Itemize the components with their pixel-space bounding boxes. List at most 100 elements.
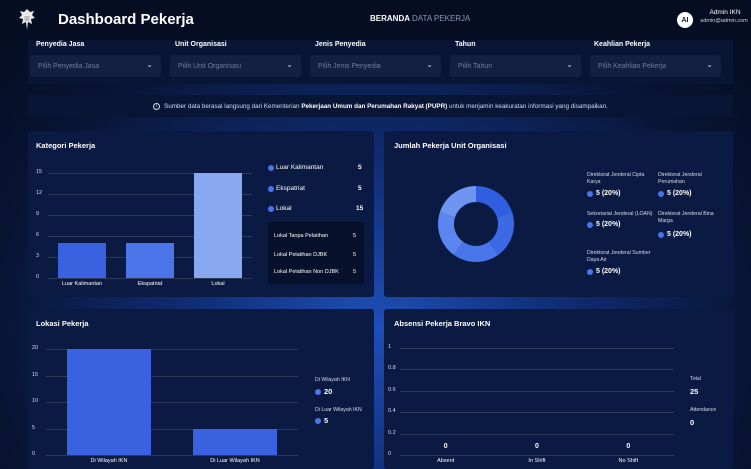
absensi-chart: 0 0.2 0.4 0.6 0.8 1 Absent 0 In Shift 0 No Shift 0 (388, 340, 678, 469)
y-tick-label: 15 (36, 169, 43, 175)
chevron-down-icon: ⌄ (566, 60, 573, 69)
unit-value-text: 5 (20%) (667, 190, 692, 197)
banner-bold: Pekerjaan Umum dan Perumahan Rakyat (PUP… (301, 102, 448, 110)
donut-slice (439, 186, 476, 218)
app-title: Dashboard Pekerja (58, 11, 194, 28)
unit-value: 5 (20%) (658, 190, 692, 197)
sub-label: Lokal Pelatihan Non DJBK (274, 269, 339, 275)
legend-dot (268, 206, 274, 212)
lokasi-legend-label: Di Luar Wilayah IKN (315, 407, 362, 413)
unit-donut-chart (438, 186, 514, 262)
y-tick-label: 0.2 (388, 429, 396, 436)
unit-value: 5 (20%) (587, 268, 621, 275)
info-icon: i (153, 102, 161, 110)
x-tick-label: Ekspatriat (137, 281, 163, 287)
tahun-select[interactable]: Pilih Tahun ⌄ (450, 55, 581, 77)
y-tick-label: 5 (32, 424, 36, 431)
avatar[interactable]: AI (677, 12, 693, 28)
y-tick-label: 0.8 (388, 365, 396, 372)
penyedia-jasa-select[interactable]: Pilih Penyedia Jasa ⌄ (30, 55, 161, 77)
select-placeholder: Pilih Tahun (458, 62, 493, 70)
absensi-side-value: 0 (690, 418, 695, 427)
filter-label-tahun: Tahun (455, 41, 476, 48)
unit-value-text: 5 (20%) (596, 190, 621, 197)
gridline (400, 412, 674, 414)
legend-dot (268, 186, 274, 192)
unit-value: 5 (20%) (658, 231, 692, 238)
x-tick-label: Di Wilayah IKN (90, 458, 128, 464)
nav-beranda[interactable]: BERANDA (370, 14, 410, 23)
banner-suffix: untuk menjamin keakuratan informasi yang… (449, 102, 608, 110)
lokasi-title: Lokasi Pekerja (36, 319, 89, 328)
legend-dot (587, 268, 593, 275)
lokasi-legend-label: Di Wilayah IKN (315, 377, 350, 383)
select-placeholder: Pilih Penyedia Jasa (38, 62, 100, 70)
filter-label-keahlian-pekerja: Keahlian Pekerja (594, 41, 651, 48)
info-banner: i Sumber data berasal langsung dari Keme… (28, 95, 733, 117)
absensi-title: Absensi Pekerja Bravo IKN (394, 319, 491, 328)
chevron-down-icon: ⌄ (146, 60, 153, 69)
filter-label-penyedia-jasa: Penyedia Jasa (36, 41, 85, 48)
y-tick-label: 15 (32, 371, 39, 378)
y-tick-label: 0 (36, 274, 40, 280)
legend-dot (658, 190, 664, 197)
x-tick-label: Luar Kalimantan (61, 281, 103, 287)
legend-dot (315, 388, 321, 395)
y-tick-label: 10 (32, 398, 39, 404)
unit-label: Direktorat Jenderal Sumber Daya Air (587, 250, 651, 263)
unit-value-text: 5 (20%) (596, 268, 621, 275)
garuda-logo-icon (19, 9, 35, 30)
legend-dot (587, 221, 593, 228)
lokasi-value-text: 20 (324, 387, 333, 396)
chevron-down-icon: ⌄ (286, 60, 293, 69)
gridline (46, 455, 298, 456)
y-tick-label: 9 (36, 211, 40, 217)
user-email: admin@admin.com (700, 18, 748, 24)
lokasi-chart: 0 5 10 15 20 Di Wilayah IKN Di Luar Wilayah IK… (32, 343, 302, 469)
absensi-side-value: 25 (690, 387, 699, 396)
absensi-side-label: Total (690, 376, 701, 382)
legend-label: Luar Kalimantan (276, 164, 324, 171)
y-tick-label: 12 (36, 190, 43, 196)
filter-label-jenis-penyedia: Jenis Penyedia (315, 41, 366, 48)
jenis-penyedia-select[interactable]: Pilih Jenis Penyedia ⌄ (310, 55, 441, 77)
y-tick-label: 6 (36, 232, 40, 238)
sub-value: 5 (353, 269, 357, 275)
y-tick-label: 0.4 (388, 408, 396, 415)
user-name: Admin IKN (709, 9, 741, 16)
banner-prefix: Sumber data berasal langsung dari Kement… (164, 102, 300, 110)
x-tick-label: No Shift (618, 458, 639, 464)
unit-organisasi-select[interactable]: Pilih Unit Organisasi ⌄ (170, 55, 301, 77)
nav-data-pekerja[interactable]: DATA PEKERJA (412, 14, 470, 23)
sub-value: 5 (353, 233, 357, 239)
sub-value: 5 (353, 252, 357, 258)
select-placeholder: Pilih Jenis Penyedia (318, 62, 381, 70)
unit-label: Sekretariat Jenderal (LOAN) (587, 211, 653, 217)
legend-dot (315, 417, 321, 424)
gridline (400, 348, 674, 349)
lokasi-legend-value: 5 (315, 416, 328, 425)
gridline (400, 390, 674, 392)
lokasi-value-text: 5 (324, 416, 329, 425)
select-placeholder: Pilih Keahlian Pekerja (598, 62, 667, 70)
legend-label: Ekspatriat (276, 185, 305, 192)
gridline (48, 278, 252, 279)
bar (192, 428, 278, 455)
legend-value: 5 (358, 185, 362, 192)
legend-value: 5 (358, 164, 362, 171)
x-tick-label: In Shift (528, 458, 546, 464)
donut-slice (476, 186, 513, 218)
absensi-side-label: Attendance (690, 407, 717, 413)
y-tick-label: 3 (36, 253, 40, 259)
y-tick-label: 20 (32, 345, 39, 351)
unit-value: 5 (20%) (587, 221, 621, 228)
y-tick-label: 0 (388, 451, 392, 457)
keahlian-pekerja-select[interactable]: Pilih Keahlian Pekerja ⌄ (590, 55, 721, 77)
sub-label: Lokal Pelatihan DJBK (274, 252, 328, 258)
chevron-down-icon: ⌄ (706, 60, 713, 69)
sub-label: Lokal Tanpa Pelatihan (274, 233, 329, 239)
select-placeholder: Pilih Unit Organisasi (178, 62, 242, 70)
unit-value-text: 5 (20%) (667, 231, 692, 238)
bar (193, 173, 243, 278)
kategori-title: Kategori Pekerja (36, 141, 96, 150)
